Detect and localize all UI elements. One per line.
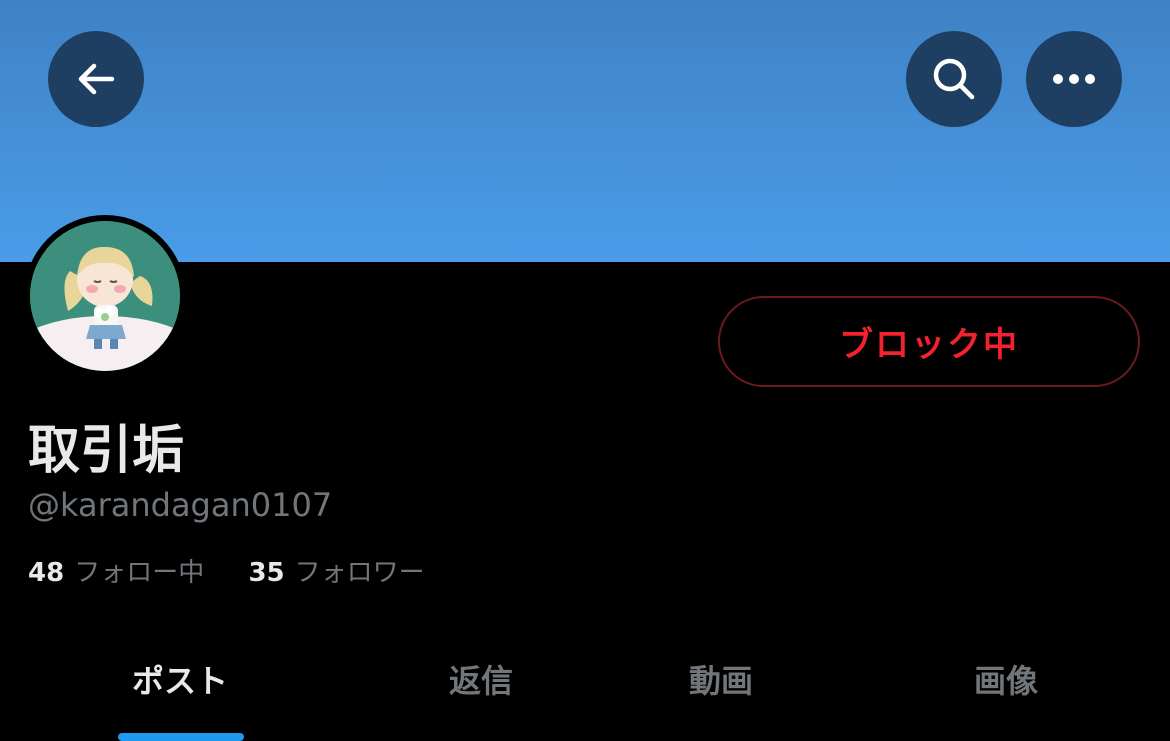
followers-count: 35: [248, 558, 285, 588]
more-horizontal-icon: [1053, 74, 1095, 84]
profile-tabs: ポスト 返信 動画 画像: [0, 640, 1170, 741]
search-button[interactable]: [906, 31, 1002, 127]
username-handle: @karandagan0107: [28, 486, 333, 524]
following-link[interactable]: 48 フォロー中: [28, 552, 204, 589]
more-button[interactable]: [1026, 31, 1122, 127]
arrow-left-icon: [78, 63, 115, 95]
following-count: 48: [28, 558, 65, 588]
blocked-button[interactable]: ブロック中: [718, 296, 1140, 387]
following-label: フォロー中: [74, 558, 205, 588]
profile-banner[interactable]: [0, 0, 1170, 262]
follow-stats: 48 フォロー中 35 フォロワー: [28, 552, 425, 589]
search-icon: [933, 58, 975, 100]
tab-videos[interactable]: 動画: [689, 656, 753, 702]
avatar[interactable]: [24, 215, 186, 377]
back-button[interactable]: [48, 31, 144, 127]
display-name: 取引垢: [28, 421, 185, 481]
tab-replies[interactable]: 返信: [449, 656, 513, 702]
tab-posts[interactable]: ポスト: [132, 656, 228, 702]
avatar-image: [30, 221, 180, 371]
followers-label: フォロワー: [294, 558, 425, 588]
active-tab-indicator: [118, 733, 244, 741]
followers-link[interactable]: 35 フォロワー: [248, 552, 424, 589]
tab-images[interactable]: 画像: [974, 656, 1038, 702]
